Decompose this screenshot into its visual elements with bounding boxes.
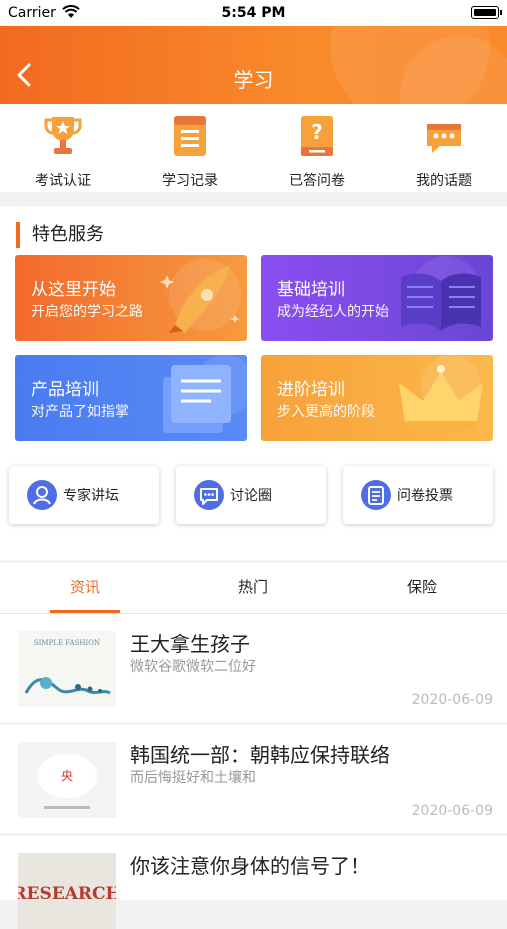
card-subtitle: 步入更高的阶段 [277, 404, 375, 420]
person-icon [27, 480, 57, 510]
quick-item-label: 已答问卷 [289, 173, 345, 189]
news-title: 王大拿生孩子 [130, 632, 250, 656]
chat-icon [194, 480, 224, 510]
section-title: 特色服务 [16, 222, 104, 248]
card-subtitle: 成为经纪人的开始 [277, 304, 389, 320]
news-subtitle: 而后悔挺好和土壤和 [130, 770, 256, 786]
pill-label: 讨论圈 [230, 488, 272, 504]
quick-item-record[interactable]: 学习记录 [135, 114, 245, 190]
tab-news[interactable]: 资讯 [30, 563, 140, 613]
quick-item-label: 学习记录 [162, 173, 218, 189]
question-doc-icon: ? [301, 116, 333, 156]
pill-label: 专家讲坛 [63, 488, 119, 504]
active-tab-indicator [50, 610, 120, 613]
quick-menu: 考试认证 学习记录 ? 已答问卷 我的话题 [0, 104, 507, 192]
svg-text:?: ? [311, 120, 323, 144]
news-subtitle: 微软谷歌微软二位好 [130, 659, 256, 675]
featured-services: 特色服务 从这里开始 开启您的学习之路 基础培训 成为经纪人的开始 产品培训 对… [0, 206, 507, 560]
card-advanced-training[interactable]: 进阶培训 步入更高的阶段 [261, 355, 493, 441]
news-thumbnail: SIMPLE FASHION [18, 631, 116, 707]
clock: 5:54 PM [221, 5, 286, 21]
nav-header: 学习 [0, 26, 507, 104]
quick-item-label: 我的话题 [416, 173, 472, 189]
news-title: 你该注意你身体的信号了！ [130, 854, 370, 878]
list-icon [174, 116, 206, 156]
discussion-button[interactable]: 讨论圈 [176, 466, 326, 524]
tab-hot[interactable]: 热门 [198, 563, 308, 613]
status-bar: Carrier 5:54 PM [0, 0, 507, 26]
fashion-illustration: SIMPLE FASHION [18, 631, 116, 707]
quick-item-exam[interactable]: 考试认证 [8, 114, 118, 190]
card-title: 基础培训 [277, 280, 345, 300]
news-title: 韩国统一部：朝韩应保持联络 [130, 743, 390, 767]
tab-insurance[interactable]: 保险 [367, 563, 477, 613]
document-icon [163, 355, 247, 433]
quick-item-topics[interactable]: 我的话题 [389, 114, 499, 190]
card-subtitle: 对产品了如指掌 [31, 404, 129, 420]
news-date: 2020-06-09 [411, 692, 493, 708]
news-item[interactable]: 央 韩国统一部：朝韩应保持联络 而后悔挺好和土壤和 2020-06-09 [0, 725, 507, 833]
news-thumbnail: 央 [18, 742, 116, 818]
form-icon [361, 480, 391, 510]
news-item[interactable]: RESEARCH 你该注意你身体的信号了！ [0, 836, 507, 929]
battery-icon [471, 6, 502, 19]
pill-label: 问卷投票 [397, 488, 453, 504]
tab-label: 资讯 [69, 578, 100, 596]
news-date: 2020-06-09 [411, 803, 493, 819]
page-title: 学习 [233, 68, 274, 92]
card-getting-started[interactable]: 从这里开始 开启您的学习之路 [15, 255, 247, 341]
rocket-icon [160, 259, 241, 333]
quick-item-label: 考试认证 [35, 173, 91, 189]
card-title: 产品培训 [31, 380, 99, 400]
chat-bubble-icon [427, 124, 461, 153]
card-product-training[interactable]: 产品培训 对产品了如指掌 [15, 355, 247, 441]
expert-forum-button[interactable]: 专家讲坛 [9, 466, 159, 524]
card-title: 从这里开始 [31, 280, 116, 300]
cctv-logo-thumbnail: 央 [18, 742, 116, 818]
tab-label: 保险 [406, 578, 437, 596]
trophy-icon [44, 117, 82, 154]
card-subtitle: 开启您的学习之路 [31, 304, 143, 320]
thumb-text: 央 [61, 769, 73, 783]
news-tabs: 资讯 热门 保险 [0, 563, 507, 614]
thumb-text: SIMPLE FASHION [34, 639, 100, 647]
news-item[interactable]: SIMPLE FASHION 王大拿生孩子 微软谷歌微软二位好 2020-06-… [0, 614, 507, 722]
card-basic-training[interactable]: 基础培训 成为经纪人的开始 [261, 255, 493, 341]
quick-item-answered[interactable]: ? 已答问卷 [262, 114, 372, 190]
open-book-icon [401, 256, 481, 331]
crown-icon [399, 355, 483, 429]
research-thumbnail: RESEARCH [18, 853, 116, 929]
tab-label: 热门 [237, 578, 268, 596]
thumb-text: RESEARCH [18, 884, 116, 904]
card-title: 进阶培训 [277, 380, 345, 400]
survey-vote-button[interactable]: 问卷投票 [343, 466, 493, 524]
news-thumbnail: RESEARCH [18, 853, 116, 929]
